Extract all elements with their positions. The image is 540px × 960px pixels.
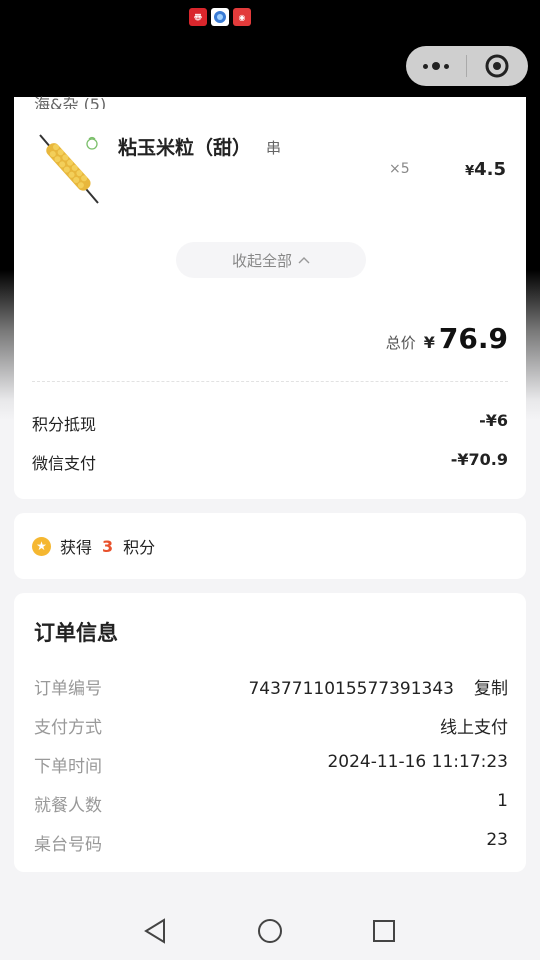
recents-icon[interactable]: [372, 918, 396, 944]
app-icon-3: ◉: [233, 8, 251, 26]
info-row-table-number: 桌台号码 23: [34, 830, 508, 855]
star-icon: ★: [32, 536, 51, 556]
payment-row-wechat: 微信支付 -¥70.9: [32, 450, 508, 474]
points-suffix: 积分: [123, 538, 156, 557]
dish-price-value: 4.5: [474, 159, 506, 180]
mini-program-capsule: [406, 46, 528, 86]
dashed-divider: [32, 381, 508, 382]
info-value: 23: [486, 830, 508, 850]
info-row-order-time: 下单时间 2024-11-16 11:17:23: [34, 752, 508, 777]
info-row-order-number: 订单编号 7437711015577391343 复制: [34, 674, 508, 699]
total-currency: ¥: [423, 333, 435, 352]
chevron-up-icon: [298, 257, 310, 264]
info-label: 支付方式: [34, 718, 102, 738]
info-value: 2024-11-16 11:17:23: [327, 752, 508, 772]
order-items-card: 海&杂 (5) 粘玉米粒（甜） 串 ×5 ¥4.5 收起全部 总价 ¥ 76.9…: [14, 95, 526, 499]
points-count: 3: [102, 536, 114, 556]
dish-price-currency: ¥: [465, 164, 475, 179]
payment-value: -¥6: [479, 411, 508, 430]
home-icon[interactable]: [257, 918, 283, 944]
total-label: 总价: [385, 334, 416, 352]
info-label: 订单编号: [34, 679, 102, 699]
category-label: 海&杂 (5): [34, 95, 107, 109]
status-bar-icons: 〠 ◉: [189, 8, 251, 26]
app-icon-1: 〠: [189, 8, 207, 26]
info-value: 线上支付: [440, 718, 508, 738]
app-icon-2: [211, 8, 229, 26]
collapse-all-button[interactable]: 收起全部: [176, 242, 366, 278]
info-label: 下单时间: [34, 757, 102, 777]
leaf-badge-icon: [84, 135, 100, 155]
order-info-card: 订单信息 订单编号 7437711015577391343 复制 支付方式 线上支…: [14, 593, 526, 872]
payment-label: 积分抵现: [32, 415, 97, 434]
copy-button[interactable]: 复制: [474, 679, 508, 699]
back-icon[interactable]: [143, 918, 167, 944]
collapse-all-label: 收起全部: [231, 251, 292, 270]
info-row-diners: 就餐人数 1: [34, 791, 508, 816]
more-dots-icon[interactable]: [406, 62, 466, 70]
info-row-payment-method: 支付方式 线上支付: [34, 713, 508, 738]
dish-price: ¥4.5: [465, 159, 506, 180]
target-icon[interactable]: [467, 53, 527, 79]
total-value: 76.9: [438, 322, 508, 355]
order-info-title: 订单信息: [34, 621, 118, 645]
system-navigation-bar: [0, 902, 540, 960]
points-card: ★ 获得 3 积分: [14, 513, 526, 579]
info-value-wrap: 7437711015577391343 复制: [248, 674, 508, 699]
dish-unit: 串: [266, 139, 282, 157]
info-value: 1: [497, 791, 508, 811]
info-label: 桌台号码: [34, 835, 102, 855]
payment-label: 微信支付: [32, 454, 97, 473]
dish-quantity: ×5: [389, 161, 410, 177]
dish-name: 粘玉米粒（甜）: [118, 137, 252, 159]
points-prefix: 获得: [60, 538, 93, 557]
info-label: 就餐人数: [34, 796, 102, 816]
total-price-row: 总价 ¥ 76.9: [386, 322, 508, 355]
payment-value: -¥70.9: [450, 450, 508, 469]
payment-row-points: 积分抵现 -¥6: [32, 411, 508, 435]
order-number-value: 7437711015577391343: [248, 679, 454, 699]
